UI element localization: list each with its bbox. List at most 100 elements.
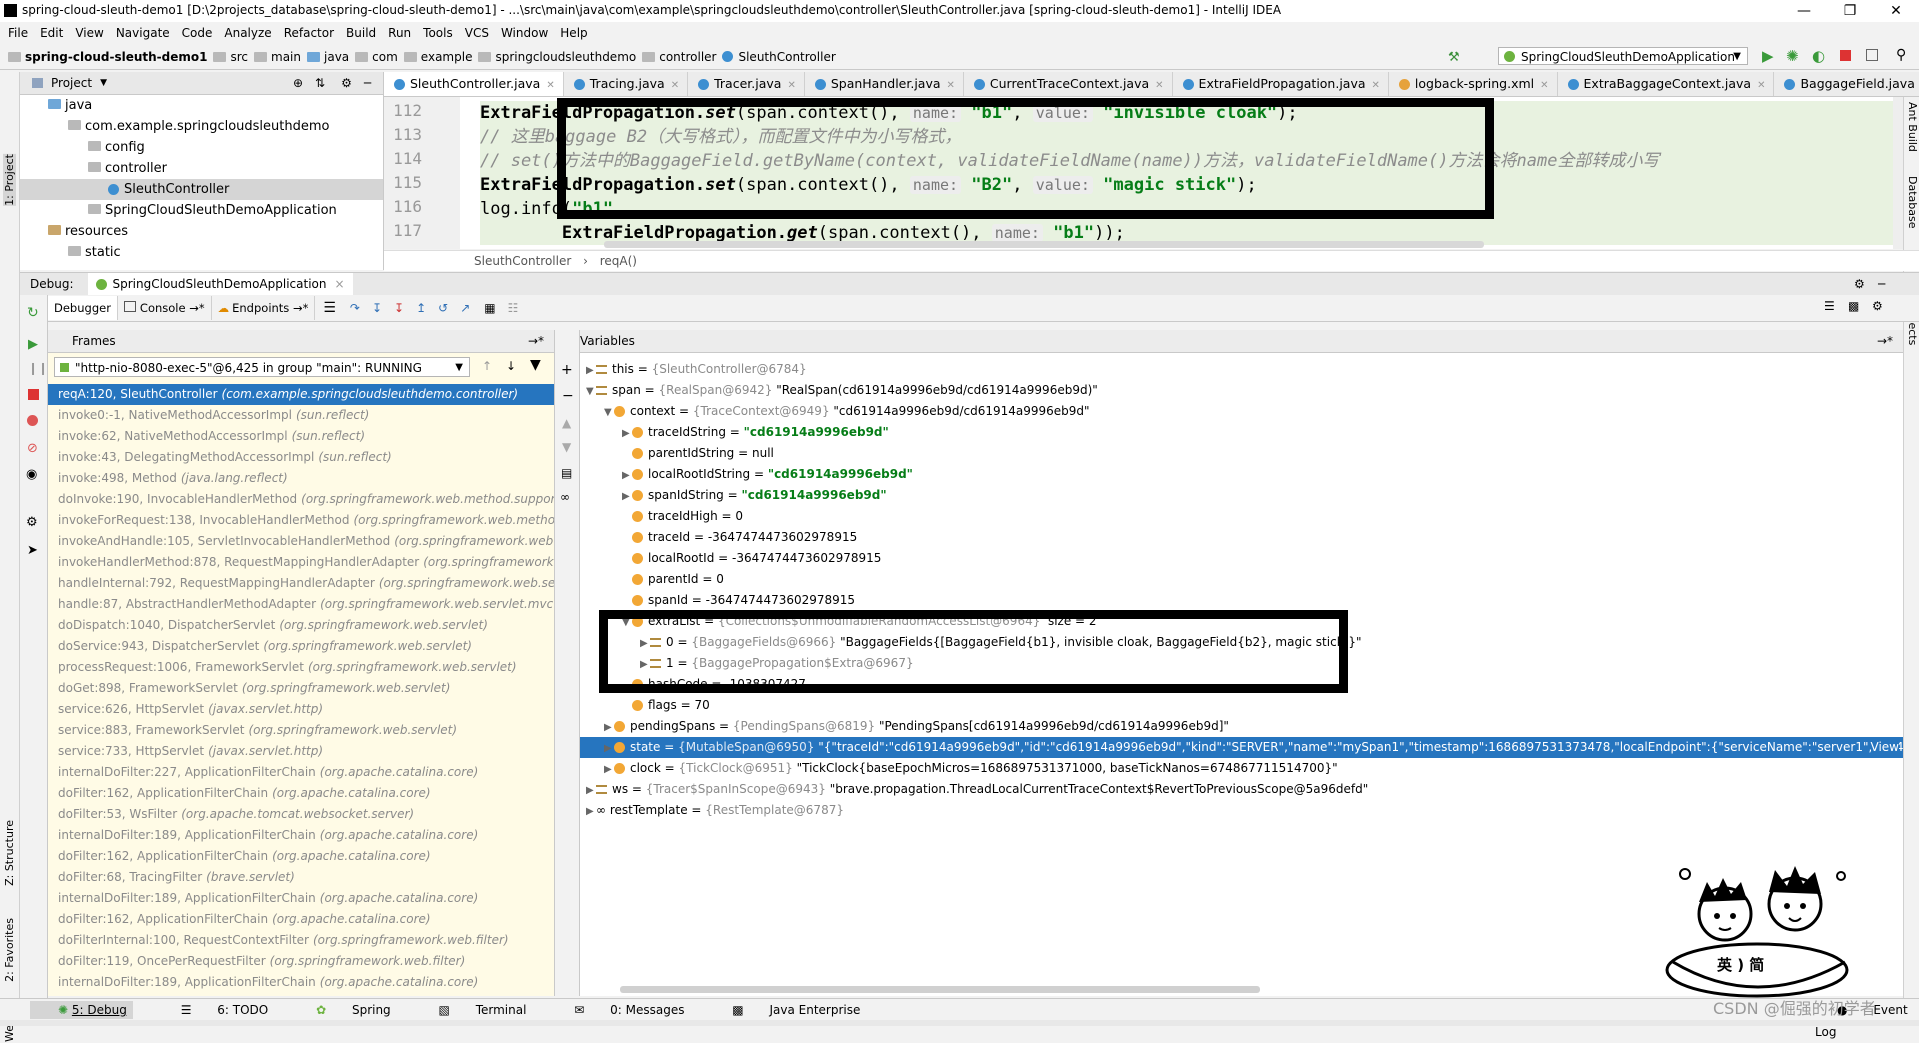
gear-icon[interactable]: ⚙ [341,72,352,94]
variables-horizontal-scrollbar[interactable] [620,986,1260,993]
variable-row[interactable]: ▼ extraList = {Collections$UnmodifiableRa… [580,611,1903,632]
tree-node[interactable]: resources [20,221,383,242]
stack-frame[interactable]: doService:943, DispatcherServlet (org.spr… [48,636,554,657]
variable-row[interactable]: ▶ ws = {Tracer$SpanInScope@6943} "brave.p… [580,779,1903,800]
ant-build-tool-button[interactable]: Ant Build [1906,102,1919,152]
code-line-113[interactable]: // 这里baggage B2（大写格式），而配置文件中为小写格式， [480,125,1903,149]
expand-arrow-icon[interactable]: ▶ [622,465,632,486]
tool-tab-debug[interactable]: ✺ 5: Debug [30,1001,133,1019]
code-editor[interactable]: 112 113 114 115 116 117 ExtraFieldPropagation… [384,97,1903,249]
project-tool-button[interactable]: 1: Project [3,154,16,206]
run-configuration-select[interactable]: SpringCloudSleuthDemoApplication ▼ [1498,47,1748,65]
stack-frame[interactable]: invokeAndHandle:105, ServletInvocableHan… [48,531,554,552]
run-to-cursor-icon[interactable]: ↗ [460,301,470,315]
project-structure-icon[interactable] [1866,49,1878,61]
search-everywhere-icon[interactable]: ⚲ [1896,47,1906,63]
stop-icon[interactable] [28,389,39,400]
menu-tools[interactable]: Tools [423,26,453,40]
code-line-115[interactable]: ExtraFieldPropagation.set(span.context()… [480,173,1903,197]
maximize-button[interactable]: ❐ [1827,0,1873,22]
stack-frame[interactable]: invoke:498, Method (java.lang.reflect) [48,468,554,489]
step-out-icon[interactable]: ↥ [416,301,426,315]
tree-node[interactable]: controller [20,158,383,179]
remove-watch-icon[interactable]: − [562,388,574,404]
expand-arrow-icon[interactable]: ▶ [622,423,632,444]
stack-frame[interactable]: doFilter:119, OncePerRequestFilter (org.s… [48,951,554,972]
run-icon[interactable]: ▶ [1762,47,1774,65]
breadcrumb-src[interactable]: src [213,50,248,64]
tree-node[interactable]: static [20,242,383,263]
expand-arrow-icon[interactable]: ▶ [640,633,650,654]
stack-frame[interactable]: doInvoke:190, InvocableHandlerMethod (org… [48,489,554,510]
menu-run[interactable]: Run [388,26,411,40]
close-icon[interactable]: ✕ [1540,80,1548,91]
stack-frame[interactable]: doFilter:162, ApplicationFilterChain (org… [48,846,554,867]
close-icon[interactable]: × [334,273,344,295]
hide-icon[interactable]: ─ [364,72,371,94]
variable-row[interactable]: ▶ this = {SleuthController@6784} [580,359,1903,380]
gear-icon[interactable]: ⚙ [1854,273,1865,295]
close-window-button[interactable]: ✕ [1873,0,1919,22]
stack-frame[interactable]: invoke:43, DelegatingMethodAccessorImpl(… [48,447,554,468]
variable-row[interactable]: ▼ context = {TraceContext@6949} "cd61914a… [580,401,1903,422]
variable-row[interactable]: localRootId = -3647474473602978915 [580,548,1903,569]
stack-frame[interactable]: invokeHandlerMethod:878, RequestMappingH… [48,552,554,573]
stack-frame[interactable]: invoke0:-1, NativeMethodAccessorImpl (sun… [48,405,554,426]
hide-icon[interactable]: ─ [1878,273,1885,295]
layout-icon[interactable]: ▩ [1848,299,1859,313]
editor-tab[interactable]: Tracing.java ✕ [564,72,689,96]
pin-icon[interactable]: →* [528,330,544,352]
stack-frame[interactable]: processRequest:1006, FrameworkServlet (or… [48,657,554,678]
breadcrumb-controller[interactable]: controller [642,50,716,64]
expand-arrow-icon[interactable]: ▶ [604,738,614,758]
menu-code[interactable]: Code [182,26,213,40]
build-icon[interactable]: ⚒ [1448,50,1460,65]
stack-frame[interactable]: doDispatch:1040, DispatcherServlet (org.s… [48,615,554,636]
expand-arrow-icon[interactable]: ▶ [586,780,596,801]
stack-frame[interactable]: internalDoFilter:189, ApplicationFilterC… [48,888,554,909]
tab-endpoints[interactable]: ☁ Endpoints →* [212,296,316,320]
tab-console[interactable]: Console →* [118,296,212,320]
target-icon[interactable]: ⊕ [293,72,303,94]
stack-frame[interactable]: internalDoFilter:189, ApplicationFilterC… [48,825,554,846]
expand-arrow-icon[interactable]: ▶ [640,654,650,675]
debug-icon[interactable]: ✺ [1786,47,1799,65]
editor-tab[interactable]: Tracer.java ✕ [688,72,805,96]
stack-frame[interactable]: doGet:898, FrameworkServlet (org.springfr… [48,678,554,699]
close-icon[interactable]: ✕ [1155,80,1163,91]
menu-vcs[interactable]: VCS [465,26,489,40]
variable-row[interactable]: ▼ span = {RealSpan@6942} "RealSpan(cd6191… [580,380,1903,401]
menu-build[interactable]: Build [346,26,376,40]
pin-icon[interactable]: ➤ [27,543,38,558]
expand-arrow-icon[interactable]: ▶ [604,717,614,738]
tree-node[interactable]: config [20,137,383,158]
code-line-116[interactable]: log.info("b1", [480,197,1903,221]
drop-frame-icon[interactable]: ↺ [438,301,448,315]
variable-row[interactable]: spanId = -3647474473602978915 [580,590,1903,611]
pause-icon[interactable]: ❙❙ [28,361,48,375]
rerun-icon[interactable]: ↻ [27,305,39,321]
close-icon[interactable]: ✕ [671,80,679,91]
variable-row[interactable]: flags = 70 [580,695,1903,716]
breadcrumb-com[interactable]: com [355,50,398,64]
variable-row[interactable]: parentIdString = null [580,443,1903,464]
stop-icon[interactable] [1840,50,1851,61]
variable-row[interactable]: hashCode = -1038307427 [580,674,1903,695]
expand-arrow-icon[interactable]: ▶ [604,759,614,780]
editor-horizontal-scrollbar[interactable] [604,241,1484,248]
tab-debugger[interactable]: Debugger [48,296,118,320]
code-line-114[interactable]: // set()方法中的BaggageField.getByName(conte… [480,149,1903,173]
menu-edit[interactable]: Edit [40,26,63,40]
close-icon[interactable]: ✕ [546,80,554,91]
variable-row[interactable]: ▶ clock = {TickClock@6951} "TickClock{bas… [580,758,1903,779]
collapse-arrow-icon[interactable]: ▼ [604,402,614,423]
editor-tab[interactable]: SleuthController.java ✕ [384,72,564,96]
menu-view[interactable]: View [75,26,103,40]
move-up-icon[interactable]: ▲ [562,416,571,430]
stack-frame[interactable]: internalDoFilter:189, ApplicationFilterC… [48,972,554,993]
expand-arrow-icon[interactable]: ▶ [586,360,596,381]
breadcrumb-project[interactable]: spring-cloud-sleuth-demo1 [8,50,207,64]
project-panel-title[interactable]: Project [51,72,92,94]
variable-row[interactable]: ▶ 0 = {BaggageFields@6966} "BaggageFields… [580,632,1903,653]
tool-tab-java-enterprise[interactable]: ▩ Java Enterprise [710,1003,860,1017]
